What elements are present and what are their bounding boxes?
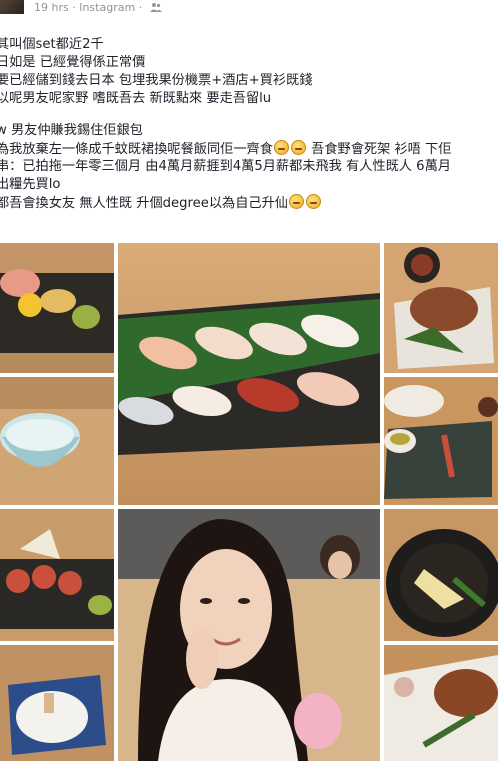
post-line: 為我放棄左一條成千蚊既裙換呢餐飯同佢一齊食 吾食野會死架 衫唔 下佢 — [0, 140, 451, 159]
avatar[interactable] — [0, 0, 24, 14]
friends-icon[interactable] — [149, 2, 162, 12]
grilled-fish-photo[interactable] — [384, 243, 498, 373]
sushi-plate-photo[interactable] — [0, 243, 114, 373]
post-source[interactable]: Instagram — [79, 1, 135, 14]
meta-separator: · — [72, 1, 76, 14]
emoji-icon — [288, 194, 304, 209]
meat-photo[interactable] — [384, 645, 498, 761]
post-line: 要已經儲到錢去日本 包埋我果份機票+酒店+買衫既錢 — [0, 73, 313, 88]
post-meta-text: 19 hrs · Instagram · — [34, 1, 162, 14]
post-line: w 男友仲賺我錫住佢銀包 — [0, 123, 143, 138]
post-line: 都吾會換女友 無人性既 升個degree以為自己升仙 — [0, 194, 322, 213]
post-meta: 19 hrs · Instagram · — [0, 0, 498, 16]
selfie-photo[interactable] — [118, 509, 380, 761]
post-line: 出糧先買lo — [0, 177, 61, 192]
post-time[interactable]: 19 hrs — [34, 1, 69, 14]
post-line-part: 都吾會換女友 無人性既 升個degree以為自己升仙 — [0, 196, 288, 211]
post-line: 日如是 已經覺得係正常價 — [0, 55, 146, 70]
emoji-icon — [305, 194, 321, 209]
soup-bowl-photo[interactable] — [384, 509, 498, 641]
post-line: 其叫個set都近2千 — [0, 37, 104, 52]
post-line-part: 吾食野會死架 衫唔 下佢 — [311, 142, 452, 157]
photo-collage — [0, 243, 498, 761]
emoji-icon — [273, 140, 289, 155]
nigiri-platter-photo[interactable] — [118, 243, 380, 505]
sake-cup-photo[interactable] — [0, 377, 114, 505]
emoji-icon — [290, 140, 306, 155]
post-line: 串：已拍拖一年零三個月 由4萬月薪捱到4萬5月薪都未飛我 有人性既人 6萬月 — [0, 159, 451, 174]
post-line-part: 為我放棄左一條成千蚊既裙換呢餐飯同佢一齊食 — [0, 142, 273, 157]
dessert-photo[interactable] — [0, 645, 114, 761]
separator-2: · — [138, 1, 143, 14]
appetizer-photo[interactable] — [384, 377, 498, 505]
post-line: 以呢男友呢家野 嗜既吾去 新既點來 要走吾留lu — [0, 91, 272, 106]
roll-photo[interactable] — [0, 509, 114, 641]
